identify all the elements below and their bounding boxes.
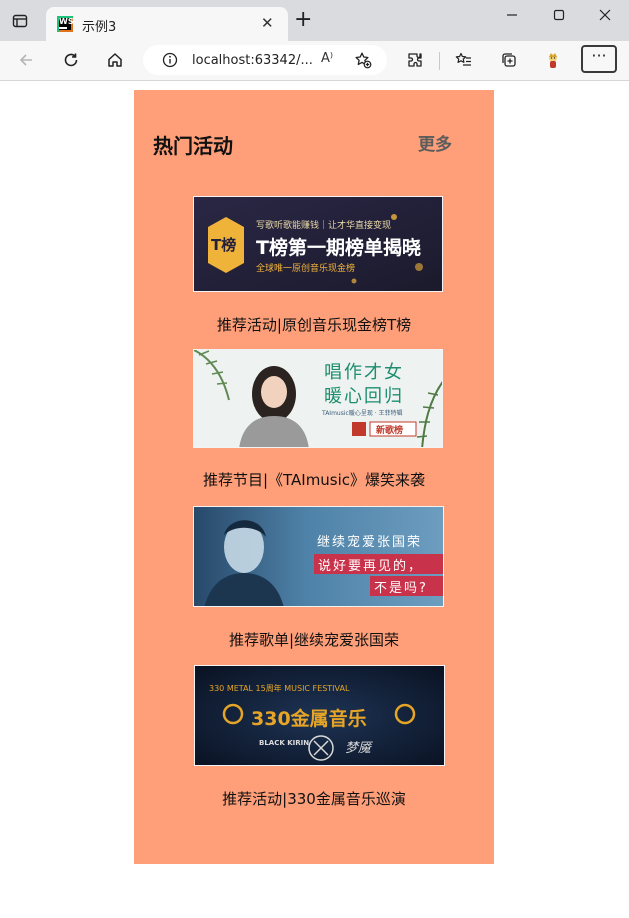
tab-actions-icon[interactable]	[12, 13, 28, 29]
banner-headline-2: 暖心回归	[324, 386, 404, 407]
banner-image-playlist[interactable]: 继续宠爱张国荣 说好要再见的， 不是吗?	[193, 506, 444, 607]
read-aloud-icon[interactable]: A⁾	[321, 51, 333, 66]
minimize-icon[interactable]	[497, 9, 527, 31]
banner-band-2: 梦魇	[345, 741, 372, 756]
banner-headline: T榜第一期榜单揭晓	[256, 237, 421, 259]
banner-line-1: 写歌听歌能赚钱｜让才华直接变现	[256, 221, 392, 231]
settings-more-button[interactable]: ···	[581, 45, 617, 73]
back-icon[interactable]	[13, 48, 39, 72]
item-caption[interactable]: 推荐节目|《TAImusic》爆笑来袭	[134, 469, 494, 490]
item-caption[interactable]: 推荐歌单|继续宠爱张国荣	[134, 629, 494, 650]
tab-strip: WS 示例3 ✕ +	[0, 0, 629, 41]
banner-line-1: 继续宠爱张国荣	[317, 535, 423, 550]
close-tab-icon[interactable]: ✕	[261, 14, 274, 32]
banner-image-metal-festival[interactable]: 330 METAL 15周年 MUSIC FESTIVAL 330金属音乐 BL…	[194, 665, 445, 766]
banner-line-3: 全球唯一原创音乐现金榜	[256, 264, 356, 274]
maximize-icon[interactable]	[544, 9, 574, 31]
home-icon[interactable]	[102, 48, 128, 72]
site-info-icon[interactable]	[162, 52, 178, 72]
favorites-icon[interactable]	[451, 48, 477, 72]
banner-image-singer[interactable]: 唱作才女 暖心回归 TAImusic暖心呈现 · 王菲特辑 新歌榜	[193, 349, 443, 448]
browser-toolbar: localhost:63342/... A⁾ ···	[0, 41, 629, 81]
banner-line-2: 说好要再见的，	[318, 559, 424, 574]
item-caption[interactable]: 推荐活动|原创音乐现金榜T榜	[134, 314, 494, 335]
banner-image-t-chart[interactable]: T榜 写歌听歌能赚钱｜让才华直接变现 T榜第一期榜单揭晓 全球唯一原创音乐现金榜	[193, 196, 443, 292]
add-favorite-icon[interactable]	[354, 51, 372, 73]
banner-logo-text: T榜	[211, 236, 237, 254]
banner-headline-1: 唱作才女	[324, 362, 404, 383]
browser-tab[interactable]: WS 示例3 ✕	[46, 7, 288, 41]
banner-line-3: 不是吗?	[374, 581, 428, 596]
banner-top-line: 330 METAL 15周年 MUSIC FESTIVAL	[209, 684, 350, 693]
extensions-icon[interactable]	[402, 48, 428, 72]
new-tab-icon[interactable]: +	[294, 9, 312, 31]
profile-extension-icon[interactable]	[540, 48, 566, 72]
url-text: localhost:63342/...	[192, 53, 313, 68]
banner-badge: 新歌榜	[376, 426, 404, 436]
refresh-icon[interactable]	[58, 48, 84, 72]
toolbar-divider	[439, 52, 440, 70]
address-bar[interactable]: localhost:63342/... A⁾	[143, 45, 387, 75]
collections-icon[interactable]	[496, 48, 522, 72]
banner-subline: TAImusic暖心呈现 · 王菲特辑	[322, 410, 403, 417]
hot-activities-panel: 热门活动 更多 T榜 写歌听歌能赚钱｜让才华直接变现 T榜第一期榜单揭晓 全球唯…	[134, 90, 494, 864]
banner-headline: 330金属音乐	[251, 708, 367, 730]
webstorm-icon: WS	[57, 16, 74, 32]
section-title: 热门活动	[153, 134, 233, 158]
close-window-icon[interactable]	[590, 9, 620, 31]
tab-title: 示例3	[82, 20, 117, 35]
item-caption[interactable]: 推荐活动|330金属音乐巡演	[134, 788, 494, 809]
more-link[interactable]: 更多	[418, 130, 452, 155]
banner-band-1: BLACK KIRIN	[259, 739, 310, 747]
